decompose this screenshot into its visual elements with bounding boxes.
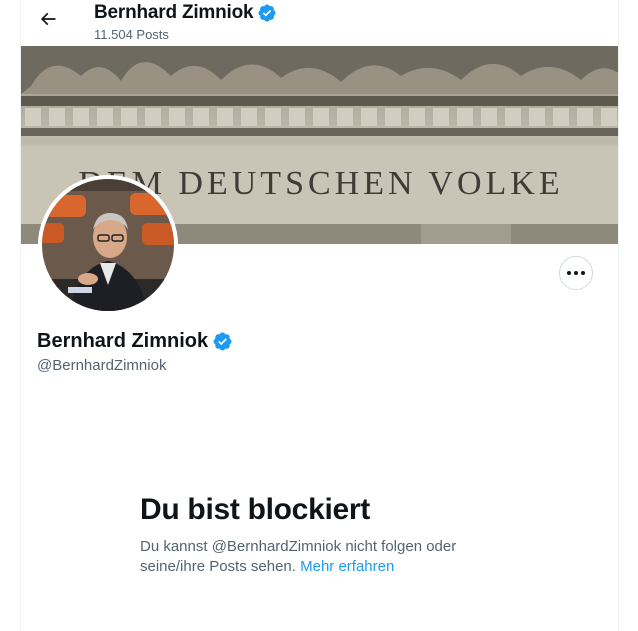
avatar-photo bbox=[38, 175, 178, 315]
blocked-message-block: Du kannst @BernhardZimniok nicht folgen … bbox=[140, 537, 500, 577]
back-button[interactable] bbox=[31, 2, 65, 36]
learn-more-link[interactable]: Mehr erfahren bbox=[300, 558, 394, 575]
posts-count: 11.504 Posts bbox=[94, 27, 169, 42]
verified-badge-icon bbox=[213, 332, 232, 351]
profile-handle: @BernhardZimniok bbox=[37, 357, 167, 374]
arrow-left-icon bbox=[40, 12, 56, 26]
profile-name: Bernhard Zimniok bbox=[37, 330, 233, 353]
profile-avatar[interactable] bbox=[38, 175, 178, 315]
top-bar: Bernhard Zimniok 11.504 Posts bbox=[21, 0, 618, 46]
more-options-icon bbox=[567, 271, 585, 275]
blocked-message: Du kannst @BernhardZimniok nicht folgen … bbox=[140, 538, 457, 575]
header-display-name: Bernhard Zimniok bbox=[94, 2, 254, 23]
profile-display-name: Bernhard Zimniok bbox=[37, 330, 209, 352]
verified-badge-icon bbox=[258, 4, 276, 22]
blocked-title: Du bist blockiert bbox=[140, 493, 370, 526]
more-options-button[interactable] bbox=[559, 256, 593, 290]
header-title: Bernhard Zimniok bbox=[94, 2, 277, 24]
profile-column: Bernhard Zimniok 11.504 Posts DEM DEUTSC… bbox=[20, 0, 619, 631]
